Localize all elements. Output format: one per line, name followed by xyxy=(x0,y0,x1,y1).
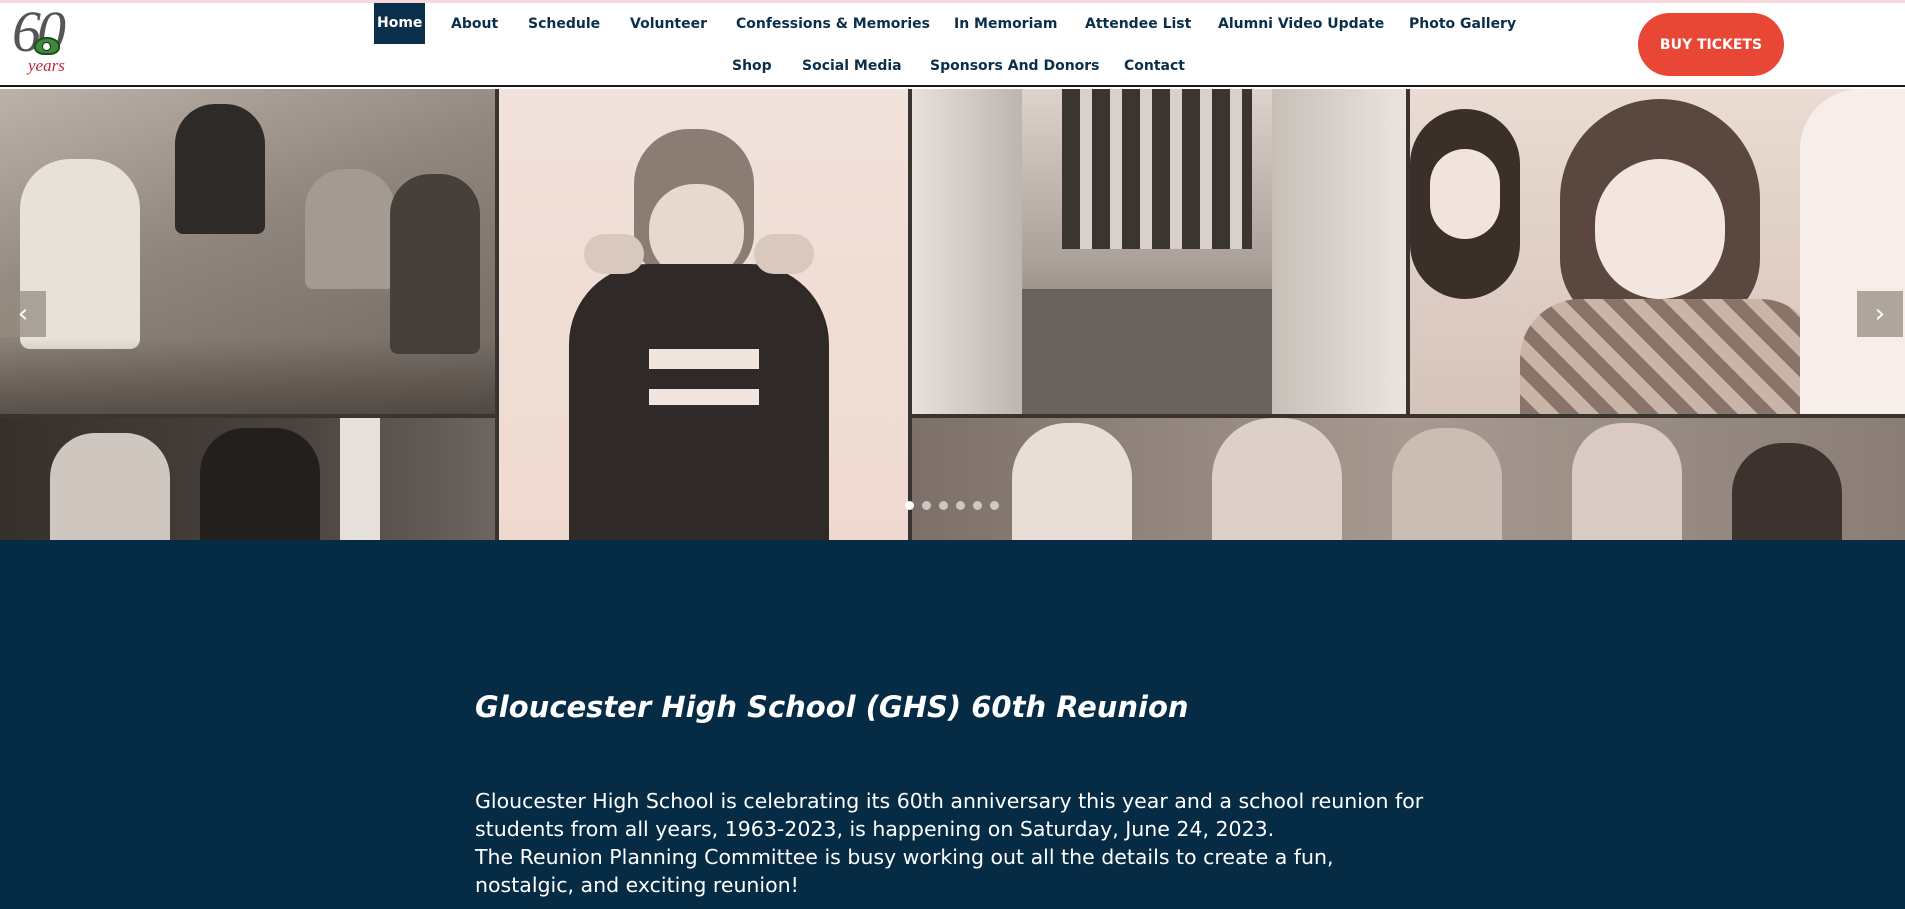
nav-about[interactable]: About xyxy=(451,17,498,31)
nav-social-media[interactable]: Social Media xyxy=(802,59,902,73)
nav-contact[interactable]: Contact xyxy=(1124,59,1185,73)
intro-paragraph: Gloucester High School is celebrating it… xyxy=(475,789,1424,841)
nav-volunteer[interactable]: Volunteer xyxy=(630,17,707,31)
site-header: 60 years Home About Schedule Volunteer C… xyxy=(0,3,1905,87)
photo-students-hallway xyxy=(0,418,495,540)
slider-dot[interactable] xyxy=(939,501,948,510)
slider-dot[interactable] xyxy=(922,501,931,510)
chevron-right-icon: › xyxy=(1874,299,1886,329)
slider-dot[interactable] xyxy=(956,501,965,510)
slider-next-button[interactable]: › xyxy=(1857,291,1903,337)
buy-tickets-button[interactable]: BUY TICKETS xyxy=(1638,13,1784,76)
slider-prev-button[interactable]: ‹ xyxy=(0,291,46,337)
photo-group-of-students xyxy=(912,418,1905,540)
slider-dot[interactable] xyxy=(973,501,982,510)
slider-dot[interactable] xyxy=(905,501,914,510)
nav-sponsors-and-donors[interactable]: Sponsors And Donors xyxy=(930,59,1100,73)
committee-paragraph: The Reunion Planning Committee is busy w… xyxy=(475,845,1334,897)
nav-photo-gallery[interactable]: Photo Gallery xyxy=(1409,17,1516,31)
photo-students-outdoors xyxy=(0,89,495,414)
slider-dot[interactable] xyxy=(990,501,999,510)
nav-alumni-video-update[interactable]: Alumni Video Update xyxy=(1218,17,1384,31)
main-nav: Home About Schedule Volunteer Confession… xyxy=(0,3,1905,87)
nav-attendee-list[interactable]: Attendee List xyxy=(1085,17,1191,31)
page-title: Gloucester High School (GHS) 60th Reunio… xyxy=(475,690,1189,724)
nav-shop[interactable]: Shop xyxy=(732,59,772,73)
chevron-left-icon: ‹ xyxy=(17,299,29,329)
nav-schedule[interactable]: Schedule xyxy=(528,17,600,31)
nav-in-memoriam[interactable]: In Memoriam xyxy=(954,17,1057,31)
nav-confessions-memories[interactable]: Confessions & Memories xyxy=(736,17,930,31)
nav-home[interactable]: Home xyxy=(374,3,426,44)
photo-smiling-girls xyxy=(1410,89,1905,414)
photo-student-portrait xyxy=(499,89,908,540)
hero-photo-slider: ‹ › xyxy=(0,89,1905,540)
slider-pagination xyxy=(905,501,999,511)
intro-section: Gloucester High School (GHS) 60th Reunio… xyxy=(0,540,1905,909)
photo-school-bus xyxy=(912,89,1406,414)
